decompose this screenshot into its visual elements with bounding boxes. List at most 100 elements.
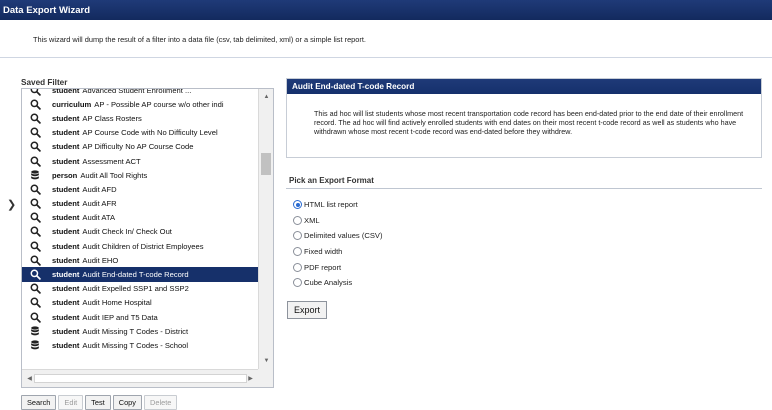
list-item[interactable]: student Audit ATA (22, 211, 258, 225)
radio-button[interactable] (293, 215, 302, 225)
detail-title: Audit End-dated T-code Record (287, 79, 761, 94)
search-icon (29, 269, 41, 280)
export-format-option[interactable]: HTML list report (293, 197, 383, 213)
list-item[interactable]: curriculum AP - Possible AP course w/o ot… (22, 97, 258, 111)
horizontal-scrollbar[interactable]: ◀ ▶ (22, 369, 258, 387)
item-category: student (52, 88, 80, 95)
search-icon (29, 184, 41, 195)
vertical-scrollbar[interactable]: ▲ ▼ (258, 89, 273, 369)
filter-detail-panel: Audit End-dated T-code Record This ad ho… (286, 78, 762, 158)
item-name: Audit End-dated T-code Record (82, 270, 189, 280)
item-category: student (52, 128, 80, 138)
export-format-option[interactable]: Delimited values (CSV) (293, 228, 383, 244)
copy-button[interactable]: Copy (112, 395, 142, 410)
list-item[interactable]: student Assessment ACT (22, 154, 258, 168)
scroll-up-arrow-icon[interactable]: ▲ (259, 91, 273, 103)
item-name: Assessment ACT (82, 156, 141, 166)
list-item[interactable]: student Advanced Student Enrollment ... (22, 88, 258, 97)
search-icon (29, 283, 41, 294)
list-item[interactable]: student Audit Missing T Codes - School (22, 338, 258, 352)
list-item[interactable]: student Audit AFD (22, 182, 258, 196)
list-item[interactable]: student Audit EHO (22, 253, 258, 267)
export-format-option[interactable]: Fixed width (293, 244, 383, 260)
list-item[interactable]: student Audit Check In/ Check Out (22, 225, 258, 239)
item-name: Audit Check In/ Check Out (82, 227, 172, 237)
search-icon (29, 141, 41, 153)
search-icon (29, 113, 41, 124)
item-name: Audit AFD (82, 184, 117, 194)
window-title: Data Export Wizard (0, 0, 772, 20)
item-category: student (52, 312, 80, 322)
list-item[interactable]: student Audit Expelled SSP1 and SSP2 (22, 282, 258, 296)
item-category: student (52, 340, 80, 350)
search-icon (29, 241, 41, 252)
saved-filter-label: Saved Filter (21, 78, 68, 87)
item-category: student (52, 284, 80, 294)
filter-button-bar: Search Edit Test Copy Delete (21, 395, 178, 410)
item-name: Advanced Student Enrollment ... (82, 88, 192, 95)
delete-button[interactable]: Delete (144, 395, 178, 410)
export-format-label-text: Fixed width (304, 247, 343, 257)
horizontal-scroll-thumb[interactable] (34, 374, 247, 383)
vertical-scroll-thumb[interactable] (261, 153, 271, 175)
export-divider (286, 188, 762, 189)
item-name: AP Difficulty No AP Course Code (82, 142, 194, 152)
scroll-down-arrow-icon[interactable]: ▼ (259, 355, 273, 367)
list-item[interactable]: student Audit Children of District Employ… (22, 239, 258, 253)
radio-button[interactable] (293, 278, 302, 288)
search-icon (29, 255, 41, 266)
radio-button[interactable] (293, 200, 302, 210)
item-name: Audit ATA (82, 213, 116, 223)
export-format-label-text: HTML list report (304, 200, 358, 210)
radio-button[interactable] (293, 247, 302, 257)
list-item[interactable]: person Audit All Tool Rights (22, 168, 258, 182)
edit-button[interactable]: Edit (58, 395, 84, 410)
search-button[interactable]: Search (21, 395, 57, 410)
search-icon (29, 156, 41, 167)
item-name: Audit Missing T Codes - District (82, 326, 189, 336)
scroll-right-arrow-icon[interactable]: ▶ (243, 373, 258, 385)
item-name: Audit Children of District Employees (82, 241, 204, 251)
radio-button[interactable] (293, 262, 302, 272)
export-format-option[interactable]: PDF report (293, 259, 383, 275)
list-item[interactable]: student AP Class Rosters (22, 111, 258, 125)
item-name: Audit Missing T Codes - School (82, 340, 189, 350)
radio-button[interactable] (293, 231, 302, 241)
item-name: AP Course Code with No Difficulty Level (82, 128, 218, 138)
list-item[interactable]: student Audit Missing T Codes - District (22, 324, 258, 338)
export-format-option[interactable]: XML (293, 213, 383, 229)
list-item[interactable]: student AP Course Code with No Difficulty… (22, 126, 258, 140)
export-format-option[interactable]: Cube Analysis (293, 275, 383, 291)
list-item[interactable]: student Audit AFR (22, 197, 258, 211)
item-category: student (52, 326, 80, 336)
saved-filter-list[interactable]: student Advanced Student Enrollment ... cu… (21, 88, 274, 388)
test-button[interactable]: Test (85, 395, 111, 410)
item-name: Audit IEP and T5 Data (82, 312, 158, 322)
item-category: student (52, 241, 80, 251)
intro-text: This wizard will dump the result of a fi… (33, 35, 366, 44)
scrollbar-corner (258, 369, 273, 387)
item-name: Audit All Tool Rights (80, 170, 148, 180)
export-button[interactable]: Export (287, 301, 328, 319)
search-icon (29, 198, 41, 209)
item-category: student (52, 199, 80, 209)
item-category: student (52, 270, 80, 280)
list-item-selected[interactable]: student Audit End-dated T-code Record (22, 267, 258, 282)
export-format-label-text: Cube Analysis (304, 278, 353, 288)
list-item[interactable]: student Audit IEP and T5 Data (22, 310, 258, 324)
collapse-chevron-icon[interactable]: ❯ (7, 198, 16, 211)
item-name: AP - Possible AP course w/o other indi (94, 99, 224, 109)
search-icon (29, 297, 41, 309)
database-icon (29, 170, 41, 180)
list-item[interactable]: student Audit Home Hospital (22, 296, 258, 310)
item-category: student (52, 113, 80, 123)
item-category: curriculum (52, 99, 92, 109)
export-format-label-text: PDF report (304, 262, 342, 272)
item-category: student (52, 156, 80, 166)
list-item[interactable]: student AP Difficulty No AP Course Code (22, 140, 258, 154)
database-icon (29, 326, 41, 336)
export-format-group: HTML list report XML Delimited values (CSV… (293, 197, 383, 291)
item-name: Audit AFR (82, 199, 117, 209)
item-category: student (52, 213, 80, 223)
search-icon (29, 312, 41, 323)
